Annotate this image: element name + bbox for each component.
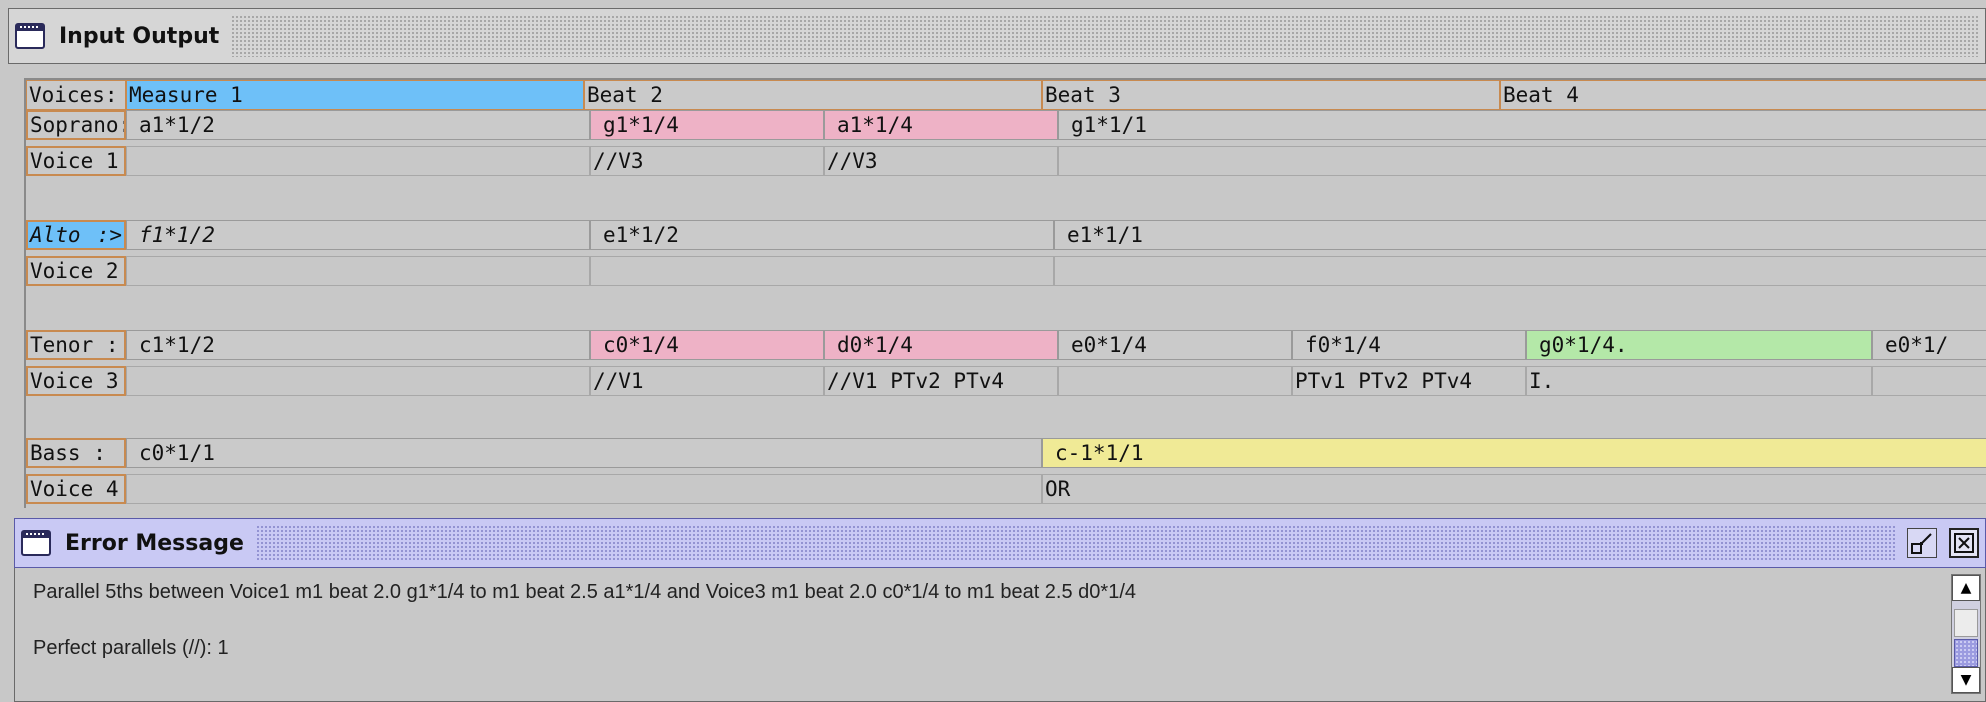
restore-icon xyxy=(1911,533,1932,554)
soprano-note-4[interactable]: g1*1/1 xyxy=(1058,110,1986,140)
alto-note-1[interactable]: f1*1/2 xyxy=(126,220,590,250)
voice-1-annotation: //V3 xyxy=(824,146,1058,176)
voice-2-annotation xyxy=(1054,256,1986,286)
input-output-title: Input Output xyxy=(53,23,226,49)
bass-note-1[interactable]: c0*1/1 xyxy=(126,438,1042,468)
input-output-titlebar[interactable]: Input Output xyxy=(8,8,1986,64)
voice-2-annotation xyxy=(590,256,1054,286)
tenor-note-2[interactable]: c0*1/4 xyxy=(590,330,824,360)
alto-label-text: Alto xyxy=(30,223,81,247)
alto-label[interactable]: Alto :> xyxy=(26,220,126,250)
arrow-down-icon: ▼ xyxy=(1960,672,1972,688)
voice-1-label: Voice 1 xyxy=(26,146,126,176)
voice-4-annotation xyxy=(126,474,1042,504)
tenor-note-6[interactable]: g0*1/4. xyxy=(1526,330,1872,360)
tenor-note-1[interactable]: c1*1/2 xyxy=(126,330,590,360)
error-line-perfect-parallels: Perfect parallels (//): 1 xyxy=(33,637,229,659)
tenor-note-5[interactable]: f0*1/4 xyxy=(1292,330,1526,360)
voice-1-annotation xyxy=(1058,146,1986,176)
error-message-title: Error Message xyxy=(59,530,250,556)
soprano-note-2[interactable]: g1*1/4 xyxy=(590,110,824,140)
measure-1-header[interactable]: Measure 1 xyxy=(126,80,584,110)
titlebar-grip xyxy=(255,525,1895,561)
scroll-down-button[interactable]: ▼ xyxy=(1952,667,1980,693)
error-line-parallel-fifths: Parallel 5ths between Voice1 m1 beat 2.0… xyxy=(33,581,1136,603)
scrollbar-track[interactable] xyxy=(1954,609,1978,637)
score-grid: Voices: Measure 1 Beat 2 Beat 3 Beat 4 S… xyxy=(24,78,1986,508)
voice-3-annotation: //V1 PTv2 PTv4 xyxy=(824,366,1058,396)
tenor-note-7[interactable]: e0*1/ xyxy=(1872,330,1986,360)
voice-1-annotation xyxy=(126,146,590,176)
error-message-text[interactable]: Parallel 5ths between Voice1 m1 beat 2.0… xyxy=(33,578,1943,696)
voice-4-annotation: OR xyxy=(1042,474,1986,504)
voice-3-annotation: I. xyxy=(1526,366,1872,396)
error-message-body: Parallel 5ths between Voice1 m1 beat 2.0… xyxy=(14,568,1986,702)
voice-3-annotation xyxy=(1058,366,1292,396)
scroll-up-button[interactable]: ▲ xyxy=(1952,575,1980,601)
voice-3-label: Voice 3 xyxy=(26,366,126,396)
bass-label[interactable]: Bass : xyxy=(26,438,126,468)
tenor-note-4[interactable]: e0*1/4 xyxy=(1058,330,1292,360)
close-button[interactable] xyxy=(1949,528,1979,558)
soprano-label[interactable]: Soprano: xyxy=(26,110,126,140)
beat-4-header[interactable]: Beat 4 xyxy=(1500,80,1986,110)
tenor-note-3[interactable]: d0*1/4 xyxy=(824,330,1058,360)
bass-note-2[interactable]: c-1*1/1 xyxy=(1042,438,1986,468)
arrow-up-icon: ▲ xyxy=(1960,580,1972,596)
voice-2-label: Voice 2 xyxy=(26,256,126,286)
voice-3-annotation: PTv1 PTv2 PTv4 xyxy=(1292,366,1526,396)
soprano-note-1[interactable]: a1*1/2 xyxy=(126,110,590,140)
voice-1-annotation: //V3 xyxy=(590,146,824,176)
close-icon xyxy=(1954,533,1974,553)
window-icon xyxy=(21,530,51,556)
error-scrollbar[interactable]: ▲ ▼ xyxy=(1951,574,1981,694)
voices-header-label: Voices: xyxy=(26,80,126,110)
error-message-titlebar[interactable]: Error Message xyxy=(14,518,1986,568)
titlebar-grip xyxy=(231,15,1979,57)
tenor-label[interactable]: Tenor : xyxy=(26,330,126,360)
alto-note-2[interactable]: e1*1/2 xyxy=(590,220,1054,250)
window-icon xyxy=(15,23,45,49)
soprano-note-3[interactable]: a1*1/4 xyxy=(824,110,1058,140)
scrollbar-thumb[interactable] xyxy=(1954,639,1978,667)
selected-voice-marker: :> xyxy=(96,223,122,247)
restore-button[interactable] xyxy=(1907,528,1937,558)
voice-4-label: Voice 4 xyxy=(26,474,126,504)
beat-3-header[interactable]: Beat 3 xyxy=(1042,80,1500,110)
beat-2-header[interactable]: Beat 2 xyxy=(584,80,1042,110)
voice-3-annotation xyxy=(1872,366,1986,396)
voice-3-annotation xyxy=(126,366,590,396)
voice-3-annotation: //V1 xyxy=(590,366,824,396)
app-stage: Input Output Voices: Measure 1 Beat 2 Be… xyxy=(0,0,1986,702)
alto-note-3[interactable]: e1*1/1 xyxy=(1054,220,1986,250)
voice-2-annotation xyxy=(126,256,590,286)
